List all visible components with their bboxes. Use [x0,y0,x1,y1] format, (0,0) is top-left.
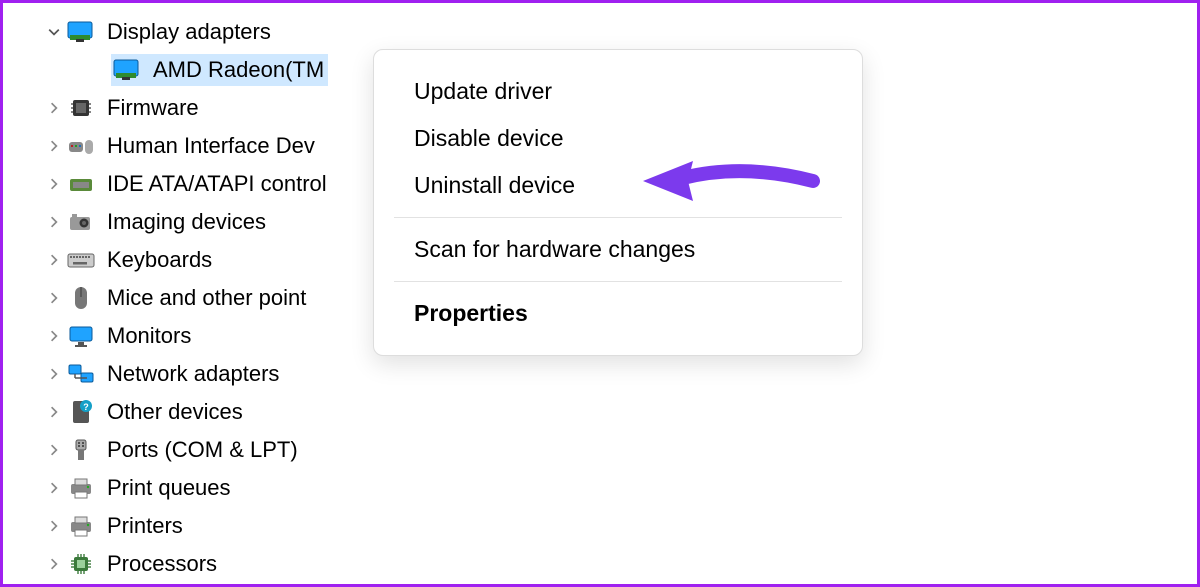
tree-item-label: Firmware [107,90,199,126]
tree-item-label: AMD Radeon(TM [153,52,324,88]
chevron-right-icon[interactable] [43,178,65,190]
tree-item-ports[interactable]: Ports (COM & LPT) [43,431,1197,469]
tree-item-label: Other devices [107,394,243,430]
chevron-right-icon[interactable] [43,444,65,456]
menu-item-uninstall-device[interactable]: Uninstall device [374,162,862,209]
ide-icon [65,170,97,198]
monitor-icon [65,322,97,350]
chevron-right-icon[interactable] [43,482,65,494]
chevron-right-icon[interactable] [43,292,65,304]
tree-item-print-queues[interactable]: Print queues [43,469,1197,507]
tree-item-label: Imaging devices [107,204,266,240]
printer-icon [65,512,97,540]
tree-item-label: Printers [107,508,183,544]
tree-item-other[interactable]: ? Other devices [43,393,1197,431]
tree-item-label: Monitors [107,318,191,354]
processor-icon [65,550,97,578]
chevron-right-icon[interactable] [43,330,65,342]
hid-icon [65,132,97,160]
firmware-icon [65,94,97,122]
tree-item-label: Mice and other point [107,280,306,316]
chevron-right-icon[interactable] [43,140,65,152]
menu-item-properties[interactable]: Properties [374,290,862,337]
chevron-right-icon[interactable] [43,520,65,532]
port-icon [65,436,97,464]
menu-separator [394,281,842,282]
menu-item-disable-device[interactable]: Disable device [374,115,862,162]
printer-icon [65,474,97,502]
menu-item-update-driver[interactable]: Update driver [374,68,862,115]
tree-item-label: Ports (COM & LPT) [107,432,298,468]
network-icon [65,360,97,388]
tree-item-label: Network adapters [107,356,279,392]
menu-item-scan-hardware[interactable]: Scan for hardware changes [374,226,862,273]
tree-item-label: Print queues [107,470,231,506]
context-menu: Update driver Disable device Uninstall d… [373,49,863,356]
chevron-right-icon[interactable] [43,254,65,266]
menu-separator [394,217,842,218]
tree-item-network[interactable]: Network adapters [43,355,1197,393]
tree-item-printers[interactable]: Printers [43,507,1197,545]
camera-icon [65,208,97,236]
keyboard-icon [65,246,97,274]
tree-item-label: Keyboards [107,242,212,278]
tree-item-processors[interactable]: Processors [43,545,1197,583]
mouse-icon [65,284,97,312]
chevron-right-icon[interactable] [43,558,65,570]
tree-item-label: Display adapters [107,14,271,50]
svg-text:?: ? [83,402,89,412]
tree-item-display-adapters[interactable]: Display adapters [43,13,1197,51]
chevron-right-icon[interactable] [43,368,65,380]
tree-item-label: Human Interface Dev [107,128,315,164]
chevron-right-icon[interactable] [43,406,65,418]
tree-item-label: IDE ATA/ATAPI control [107,166,327,202]
chevron-right-icon[interactable] [43,216,65,228]
chevron-right-icon[interactable] [43,102,65,114]
display-adapter-icon [65,18,97,46]
tree-item-label: Processors [107,546,217,582]
chevron-down-icon[interactable] [43,26,65,38]
unknown-device-icon: ? [65,398,97,426]
display-adapter-icon [111,56,143,84]
